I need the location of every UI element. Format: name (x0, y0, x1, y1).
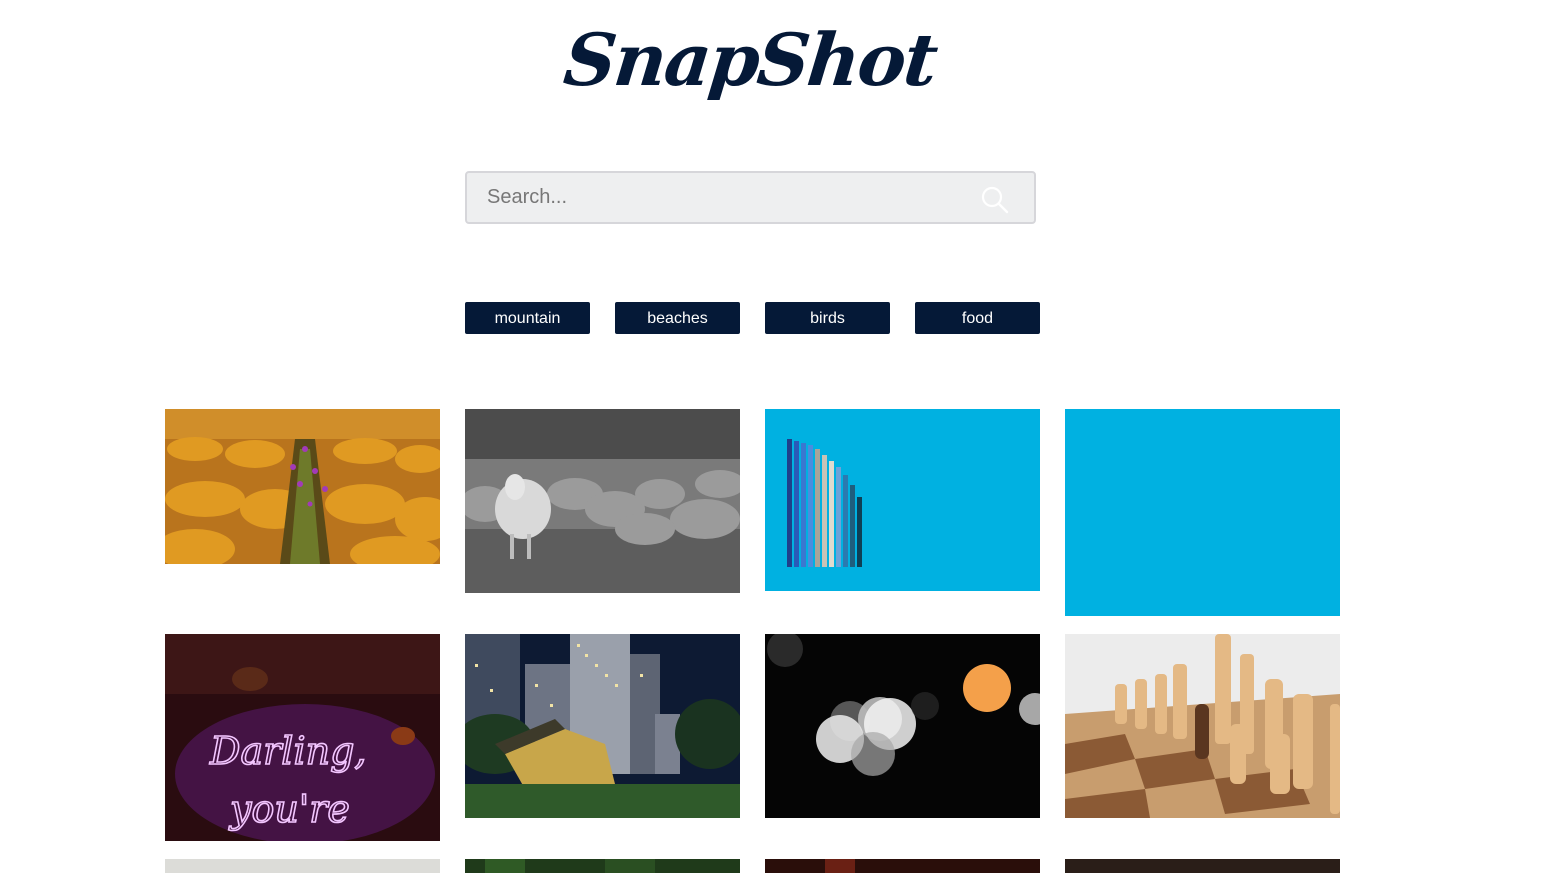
search-form (465, 171, 1036, 224)
photo-row3-2[interactable] (465, 859, 740, 873)
photo-row3-1[interactable] (165, 859, 440, 873)
neon-text-line1: Darling, (209, 729, 366, 773)
photo-tilted-house[interactable] (465, 634, 740, 818)
photo-sheep[interactable] (465, 409, 740, 593)
app-logo: SnapShot (560, 17, 941, 102)
photo-pencils[interactable] (765, 409, 1040, 591)
photo-neon-sign[interactable]: Darling, you're (165, 634, 440, 841)
photo-row3-4[interactable] (1065, 859, 1340, 873)
search-icon[interactable] (980, 185, 1010, 215)
photo-flower-field[interactable] (165, 409, 440, 564)
tag-button-birds[interactable]: birds (765, 302, 890, 334)
tag-button-food[interactable]: food (915, 302, 1040, 334)
tag-button-beaches[interactable]: beaches (615, 302, 740, 334)
search-input[interactable] (467, 173, 1034, 222)
photo-chess[interactable] (1065, 634, 1340, 818)
photo-plain-blue[interactable] (1065, 409, 1340, 616)
tag-button-mountain[interactable]: mountain (465, 302, 590, 334)
photo-row3-3[interactable] (765, 859, 1040, 873)
photo-bokeh-lights[interactable] (765, 634, 1040, 818)
neon-text-line2: you're (228, 787, 350, 831)
page: SnapShot mountain beaches birds food (0, 0, 1541, 873)
